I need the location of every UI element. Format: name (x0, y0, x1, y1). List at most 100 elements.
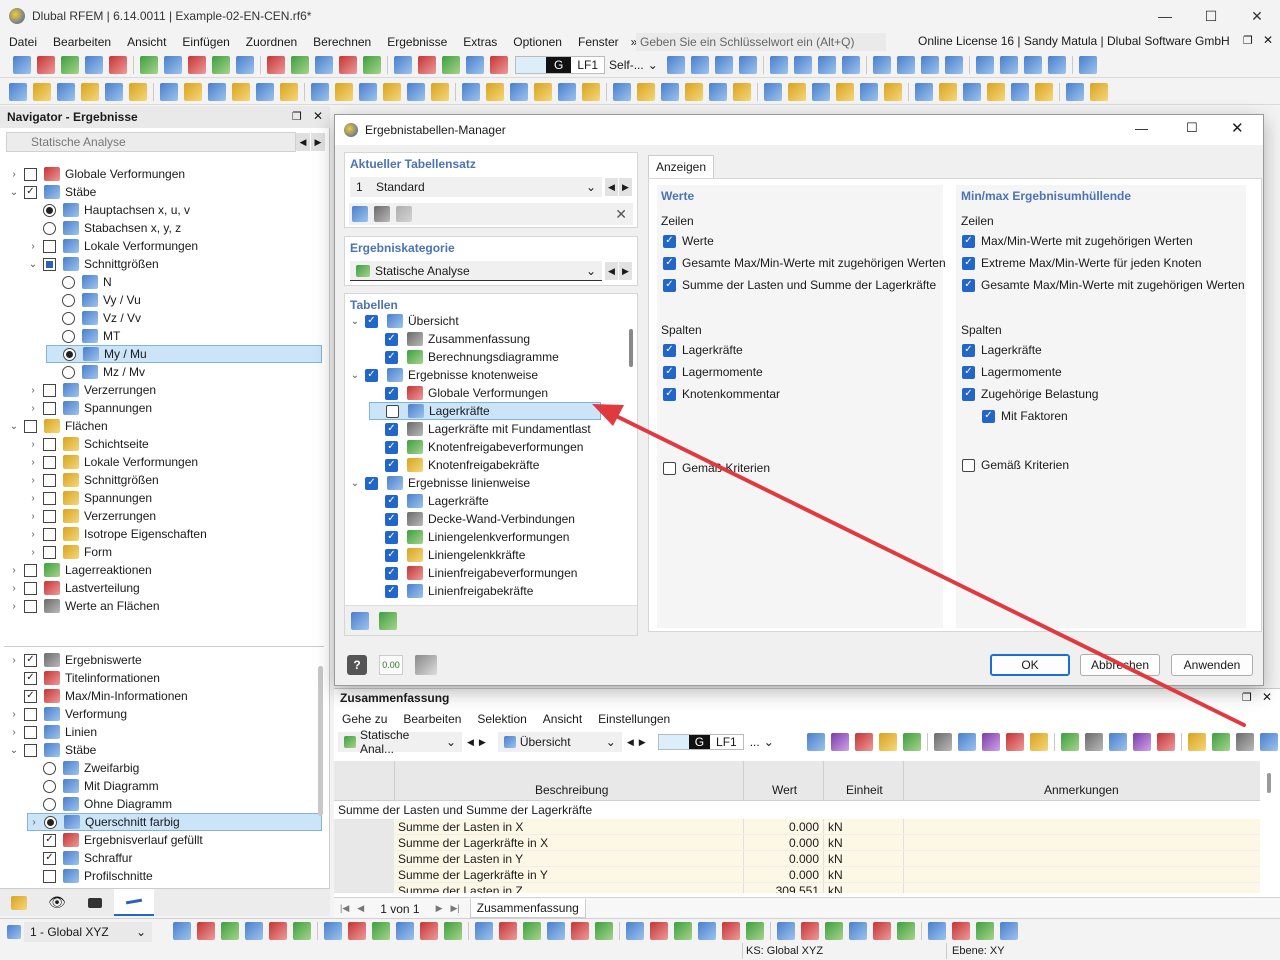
values-criteria-checkbox[interactable]: Gemäß Kriterien (663, 461, 770, 475)
checkbox[interactable] (24, 419, 37, 433)
tree-item[interactable]: Mz / Mv (46, 363, 145, 381)
tree-item[interactable]: › Form (27, 543, 112, 561)
table-item[interactable]: ⌄ ✓ Übersicht (349, 312, 459, 330)
toolbar-button-icon[interactable] (963, 82, 981, 101)
tab-anzeigen[interactable]: Anzeigen (648, 155, 714, 179)
close-doc-icon[interactable]: ✕ (1263, 33, 1273, 47)
tree-item[interactable]: › Spannungen (27, 489, 152, 507)
toolbar-button-icon[interactable] (1132, 733, 1151, 751)
tree-item[interactable]: › Verformung (8, 705, 127, 723)
table-combo[interactable]: Übersicht ⌄ (497, 732, 622, 752)
checkbox[interactable]: ✓ (43, 833, 56, 847)
maximize-button[interactable]: ☐ (1188, 0, 1234, 32)
expander-icon[interactable]: › (8, 655, 20, 666)
prev-icon[interactable]: ◀ (605, 178, 618, 196)
checkbox[interactable]: ✓ (385, 440, 398, 454)
expander-icon[interactable]: › (27, 439, 39, 450)
toolbar-button-icon[interactable] (359, 82, 377, 101)
toolbar-button-icon[interactable] (486, 82, 504, 101)
combo-prev-icon[interactable]: ◀ (296, 133, 310, 151)
checkbox[interactable] (43, 869, 56, 883)
table-item[interactable]: ✓ Knotenfreigabeverformungen (369, 438, 583, 456)
toolbar-button-icon[interactable] (830, 733, 849, 751)
menu-item[interactable]: Einfügen (174, 33, 237, 51)
toolbar-button-icon[interactable] (462, 82, 480, 101)
tree-item[interactable]: › Isotrope Eigenschaften (27, 525, 207, 543)
toolbar-button-icon[interactable] (709, 82, 727, 101)
toolbar-button-icon[interactable] (987, 82, 1005, 101)
restore-icon[interactable]: ❐ (1243, 34, 1253, 47)
toolbar-button-icon[interactable] (109, 55, 127, 74)
radio-button[interactable] (43, 203, 56, 217)
checkbox[interactable] (386, 404, 399, 418)
toolbar-button-icon[interactable] (418, 55, 436, 74)
toolbar-button-icon[interactable] (85, 55, 103, 74)
checkbox[interactable]: ✓ (385, 512, 398, 526)
toolbar-button-icon[interactable] (523, 922, 541, 940)
toolbar-button-icon[interactable] (280, 82, 298, 101)
copy-icon[interactable] (415, 655, 437, 675)
toolbar-button-icon[interactable] (738, 55, 757, 74)
tree-item[interactable]: ⌄ ✓ Stäbe (8, 183, 96, 201)
first-page-icon[interactable]: |◀ (340, 903, 349, 914)
expander-icon[interactable]: ⌄ (349, 478, 361, 489)
tree-item[interactable]: ⌄ Stäbe (8, 741, 96, 759)
toolbar-button-icon[interactable] (173, 922, 191, 940)
tree-item[interactable]: ✓ Ergebnisverlauf gefüllt (27, 831, 203, 849)
toolbar-button-icon[interactable] (335, 82, 353, 101)
toolbar-button-icon[interactable] (1005, 733, 1024, 751)
tree-item[interactable]: › Verzerrungen (27, 381, 156, 399)
toolbar-button-icon[interactable] (928, 922, 946, 940)
close-summary-icon[interactable]: ✕ (1262, 690, 1272, 704)
toolbar-button-icon[interactable] (915, 82, 933, 101)
toolbar-button-icon[interactable] (661, 82, 679, 101)
checkbox[interactable] (43, 239, 56, 253)
expander-icon[interactable]: › (8, 727, 20, 738)
tree-item[interactable]: ✓ Schraffur (27, 849, 132, 867)
toolbar-button-icon[interactable] (666, 55, 685, 74)
toolbar-button-icon[interactable] (475, 922, 493, 940)
toolbar-button-icon[interactable] (1156, 733, 1175, 751)
toolbar-button-icon[interactable] (801, 922, 819, 940)
copy-set-icon[interactable] (374, 206, 390, 222)
checkbox[interactable] (24, 743, 37, 757)
menu-item[interactable]: Optionen (505, 33, 570, 51)
checkbox[interactable]: ✓ (385, 386, 398, 400)
table-scrollbar[interactable] (1267, 773, 1271, 793)
toolbar-button-icon[interactable] (849, 922, 867, 940)
new-set-icon[interactable] (352, 206, 368, 222)
tree-item[interactable]: › Lokale Verformungen (27, 237, 198, 255)
toolbar-button-icon[interactable] (490, 55, 508, 74)
toolbar-button-icon[interactable] (547, 922, 565, 940)
toolbar-button-icon[interactable] (208, 82, 226, 101)
toolbar-button-icon[interactable] (1066, 82, 1084, 101)
radio-button[interactable] (63, 347, 76, 361)
checkbox[interactable]: ✓ (385, 458, 398, 472)
toolbar-button-icon[interactable] (256, 82, 274, 101)
checkbox[interactable]: ✓ (385, 548, 398, 562)
toolbar-button-icon[interactable] (221, 922, 239, 940)
toolbar-button-icon[interactable] (431, 82, 449, 101)
toolbar-button-icon[interactable] (884, 82, 902, 101)
toolbar-button-icon[interactable] (499, 922, 517, 940)
prev-icon[interactable]: ◀ (627, 737, 634, 748)
table-item[interactable]: ✓ Lagerkräfte (369, 492, 489, 510)
toolbar-button-icon[interactable] (873, 922, 891, 940)
load-case-selector[interactable]: G LF1 (515, 55, 606, 74)
toolbar-button-icon[interactable] (698, 922, 716, 940)
toolbar-button-icon[interactable] (793, 55, 812, 74)
toolbar-button-icon[interactable] (269, 922, 287, 940)
toolbar-button-icon[interactable] (999, 55, 1018, 74)
tree-item[interactable]: › Lokale Verformungen (27, 453, 198, 471)
close-window-button[interactable]: ✕ (1234, 0, 1280, 32)
toolbar-button-icon[interactable] (674, 922, 692, 940)
toolbar-button-icon[interactable] (1000, 922, 1018, 940)
toolbar-button-icon[interactable] (902, 733, 921, 751)
expander-icon[interactable]: ⌄ (27, 259, 39, 270)
toolbar-button-icon[interactable] (510, 82, 528, 101)
next-page-icon[interactable]: ▶ (436, 903, 443, 914)
table-row[interactable]: Summe der Lasten in Z 309.551 kN (394, 883, 1260, 893)
menu-item[interactable]: Berechnen (305, 33, 379, 51)
toolbar-button-icon[interactable] (841, 55, 860, 74)
checkbox[interactable] (43, 437, 56, 451)
